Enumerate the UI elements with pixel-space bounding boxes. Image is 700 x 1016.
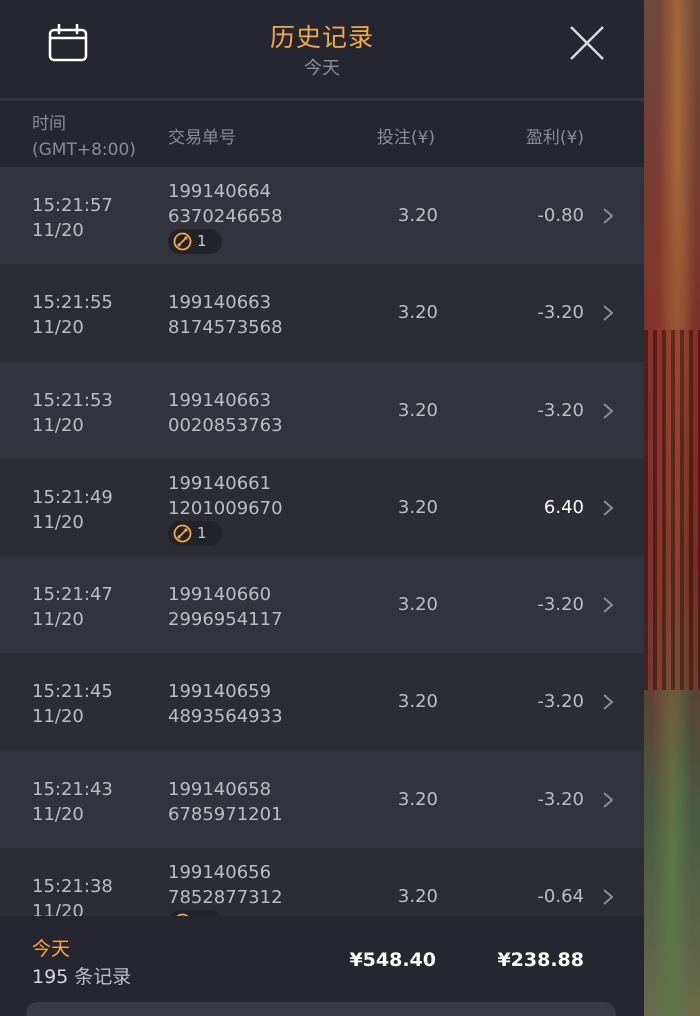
feature-badge: 1 — [168, 520, 222, 546]
row-profit: -3.20 — [537, 788, 584, 810]
row-profit: -0.80 — [537, 205, 584, 226]
chevron-right-icon[interactable] — [601, 499, 615, 517]
row-order-id: 199140663 8174573568 — [168, 292, 283, 339]
history-row[interactable]: 15:21:55 11/20 199140663 8174573568 3.20 -3.2… — [0, 264, 644, 362]
row-time: 15:21:55 11/20 — [32, 292, 113, 339]
record-count: 195 条记录 — [32, 966, 132, 988]
row-bet: 3.20 — [397, 302, 438, 324]
header: 历史记录 今天 — [0, 0, 644, 101]
column-header: 时间 (GMT+8:00) 交易单号 投注(¥) 盈利(¥) — [0, 101, 644, 167]
column-profit: 盈利(¥) — [525, 128, 584, 148]
chevron-right-icon[interactable] — [601, 402, 615, 420]
close-icon[interactable] — [568, 24, 606, 62]
page-title: 历史记录 — [269, 23, 374, 52]
row-order-id: 199140656 7852877312 — [168, 862, 283, 909]
badge-count: 1 — [197, 232, 207, 250]
column-bet: 投注(¥) — [376, 128, 435, 148]
column-order-id: 交易单号 — [168, 128, 236, 148]
row-profit: 6.40 — [543, 496, 584, 518]
row-bet: 3.20 — [397, 496, 438, 518]
feature-badge: 1 — [168, 229, 222, 254]
history-list: 15:21:57 11/20 199140664 6370246658 1 3.20 -0.… — [0, 167, 644, 916]
row-time: 15:21:53 11/20 — [32, 389, 113, 436]
row-time: 15:21:49 11/20 — [32, 486, 113, 533]
row-profit: -3.20 — [537, 399, 584, 421]
row-bet: 3.20 — [397, 886, 438, 908]
bottom-bar — [26, 1002, 616, 1016]
total-bet: ¥548.40 — [349, 949, 436, 971]
row-bet: 3.20 — [397, 788, 438, 810]
chevron-right-icon[interactable] — [601, 596, 615, 614]
date-filter-label: 今天 — [304, 58, 340, 79]
history-row[interactable]: 15:21:57 11/20 199140664 6370246658 1 3.20 -0.… — [0, 167, 644, 265]
chevron-right-icon[interactable] — [601, 888, 615, 906]
row-order-id: 199140664 6370246658 — [168, 181, 283, 227]
row-bet: 3.20 — [397, 594, 438, 616]
column-time: 时间 (GMT+8:00) — [32, 114, 136, 160]
row-bet: 3.20 — [397, 691, 438, 713]
row-time: 15:21:47 11/20 — [32, 584, 113, 631]
total-profit: ¥238.88 — [497, 949, 584, 971]
history-row[interactable]: 15:21:47 11/20 199140660 2996954117 3.20 -3.2… — [0, 556, 644, 654]
row-order-id: 199140663 0020853763 — [168, 389, 283, 436]
history-row[interactable]: 15:21:49 11/20 199140661 1201009670 1 3.20 6.4… — [0, 458, 644, 557]
row-bet: 3.20 — [397, 205, 438, 226]
row-order-id: 199140660 2996954117 — [168, 584, 283, 631]
row-profit: -3.20 — [537, 302, 584, 324]
row-order-id: 199140659 4893564933 — [168, 681, 283, 728]
history-panel: 历史记录 今天 时间 (GMT+8:00) 交易单号 投注(¥) 盈利(¥) 1… — [0, 0, 644, 1016]
history-row[interactable]: 15:21:53 11/20 199140663 0020853763 3.20 -3.2… — [0, 361, 644, 459]
row-time: 15:21:38 11/20 — [32, 876, 113, 916]
history-row[interactable]: 15:21:45 11/20 199140659 4893564933 3.20 -3.2… — [0, 653, 644, 751]
row-profit: -3.20 — [537, 594, 584, 616]
link-icon — [173, 232, 192, 251]
chevron-right-icon[interactable] — [601, 791, 615, 809]
row-time: 15:21:45 11/20 — [32, 681, 113, 728]
history-row[interactable]: 15:21:43 11/20 199140658 6785971201 3.20 -3.2… — [0, 750, 644, 849]
row-time: 15:21:43 11/20 — [32, 778, 113, 825]
row-time: 15:21:57 11/20 — [32, 195, 113, 241]
row-profit: -0.64 — [537, 886, 584, 908]
summary-footer: 今天 195 条记录 ¥548.40 ¥238.88 — [0, 916, 644, 1016]
chevron-right-icon[interactable] — [601, 207, 615, 225]
row-bet: 3.20 — [397, 399, 438, 421]
row-profit: -3.20 — [537, 691, 584, 713]
chevron-right-icon[interactable] — [601, 304, 615, 322]
row-order-id: 199140658 6785971201 — [168, 778, 283, 825]
row-order-id: 199140661 1201009670 — [168, 472, 283, 519]
background-artwork — [644, 0, 700, 1016]
chevron-right-icon[interactable] — [601, 693, 615, 711]
badge-count: 1 — [197, 523, 207, 542]
history-row[interactable]: 15:21:3811/20199140656785287731213.20-0.… — [0, 848, 644, 916]
link-icon — [173, 524, 192, 543]
summary-period: 今天 — [32, 938, 71, 960]
